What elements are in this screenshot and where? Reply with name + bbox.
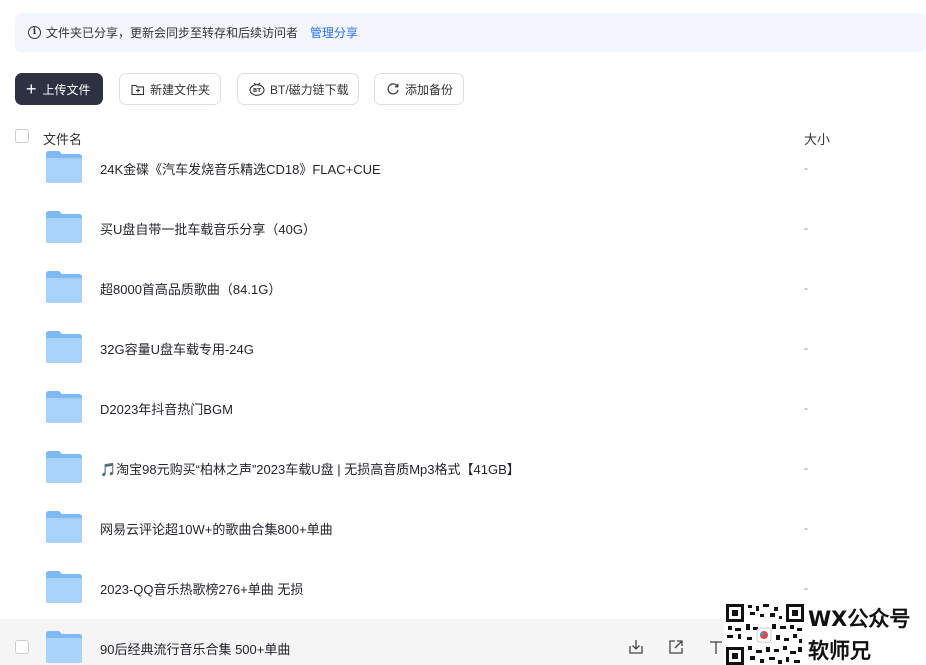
info-icon: i	[28, 26, 41, 39]
bt-download-label: BT/磁力链下载	[270, 82, 349, 97]
file-name[interactable]: 90后经典流行音乐合集 500+单曲	[100, 639, 290, 658]
bt-magnet-icon: BT	[249, 82, 265, 96]
upload-file-label: 上传文件	[42, 82, 91, 97]
file-name[interactable]: 🎵淘宝98元购买“柏林之声”2023车载U盘 | 无损高音质Mp3格式【41GB…	[100, 459, 520, 478]
file-name[interactable]: 超8000首高品质歌曲（84.1G）	[100, 279, 281, 298]
sync-icon	[386, 82, 400, 96]
row-checkbox[interactable]	[15, 640, 29, 654]
file-row[interactable]: 🎵淘宝98元购买“柏林之声”2023车载U盘 | 无损高音质Mp3格式【41GB…	[0, 437, 926, 497]
file-name[interactable]: 32G容量U盘车载专用-24G	[100, 339, 254, 358]
file-name[interactable]: 买U盘自带一批车载音乐分享（40G）	[100, 219, 316, 238]
file-size: -	[804, 281, 808, 295]
svg-text:BT: BT	[253, 88, 261, 94]
file-size: -	[804, 581, 808, 595]
folder-icon	[46, 451, 82, 483]
folder-icon	[46, 631, 82, 663]
folder-icon	[46, 571, 82, 603]
folder-icon	[46, 151, 82, 183]
file-size: -	[804, 341, 808, 355]
watermark-line1: WX公众号	[808, 607, 911, 631]
file-size: -	[804, 161, 808, 175]
file-name[interactable]: D2023年抖音热门BGM	[100, 399, 233, 418]
watermark: WX公众号 软师兄	[724, 600, 926, 665]
new-folder-button[interactable]: 新建文件夹	[119, 73, 221, 105]
plus-icon: +	[26, 79, 37, 99]
file-size: -	[804, 221, 808, 235]
file-row[interactable]: 32G容量U盘车载专用-24G -	[0, 317, 926, 377]
share-icon[interactable]	[666, 637, 686, 657]
file-row[interactable]: 超8000首高品质歌曲（84.1G） -	[0, 257, 926, 317]
file-size: -	[804, 521, 808, 535]
file-row[interactable]: 24K金碟《汽车发烧音乐精选CD18》FLAC+CUE -	[0, 137, 926, 197]
folder-icon	[46, 211, 82, 243]
file-size: -	[804, 461, 808, 475]
qr-code-icon	[726, 604, 804, 665]
file-row[interactable]: 网易云评论超10W+的歌曲合集800+单曲 -	[0, 497, 926, 557]
share-notice-bar: i 文件夹已分享，更新会同步至转存和后续访问者 管理分享	[15, 13, 926, 52]
folder-icon	[46, 271, 82, 303]
new-folder-icon	[131, 83, 145, 96]
folder-icon	[46, 511, 82, 543]
new-folder-label: 新建文件夹	[150, 82, 211, 97]
file-name[interactable]: 2023-QQ音乐热歌榜276+单曲 无损	[100, 579, 303, 598]
file-row[interactable]: D2023年抖音热门BGM -	[0, 377, 926, 437]
add-backup-label: 添加备份	[405, 82, 454, 97]
file-row[interactable]: 买U盘自带一批车载音乐分享（40G） -	[0, 197, 926, 257]
share-notice-text: 文件夹已分享，更新会同步至转存和后续访问者	[46, 26, 299, 40]
manage-share-link[interactable]: 管理分享	[310, 24, 358, 41]
folder-icon	[46, 331, 82, 363]
more-icon[interactable]	[706, 637, 726, 657]
watermark-line2: 软师兄	[808, 639, 871, 663]
add-backup-button[interactable]: 添加备份	[374, 73, 464, 105]
file-size: -	[804, 401, 808, 415]
bt-download-button[interactable]: BT BT/磁力链下载	[237, 73, 359, 105]
file-name[interactable]: 网易云评论超10W+的歌曲合集800+单曲	[100, 519, 333, 538]
download-icon[interactable]	[626, 637, 646, 657]
upload-file-button[interactable]: + 上传文件	[15, 73, 103, 105]
file-name[interactable]: 24K金碟《汽车发烧音乐精选CD18》FLAC+CUE	[100, 159, 381, 178]
folder-icon	[46, 391, 82, 423]
